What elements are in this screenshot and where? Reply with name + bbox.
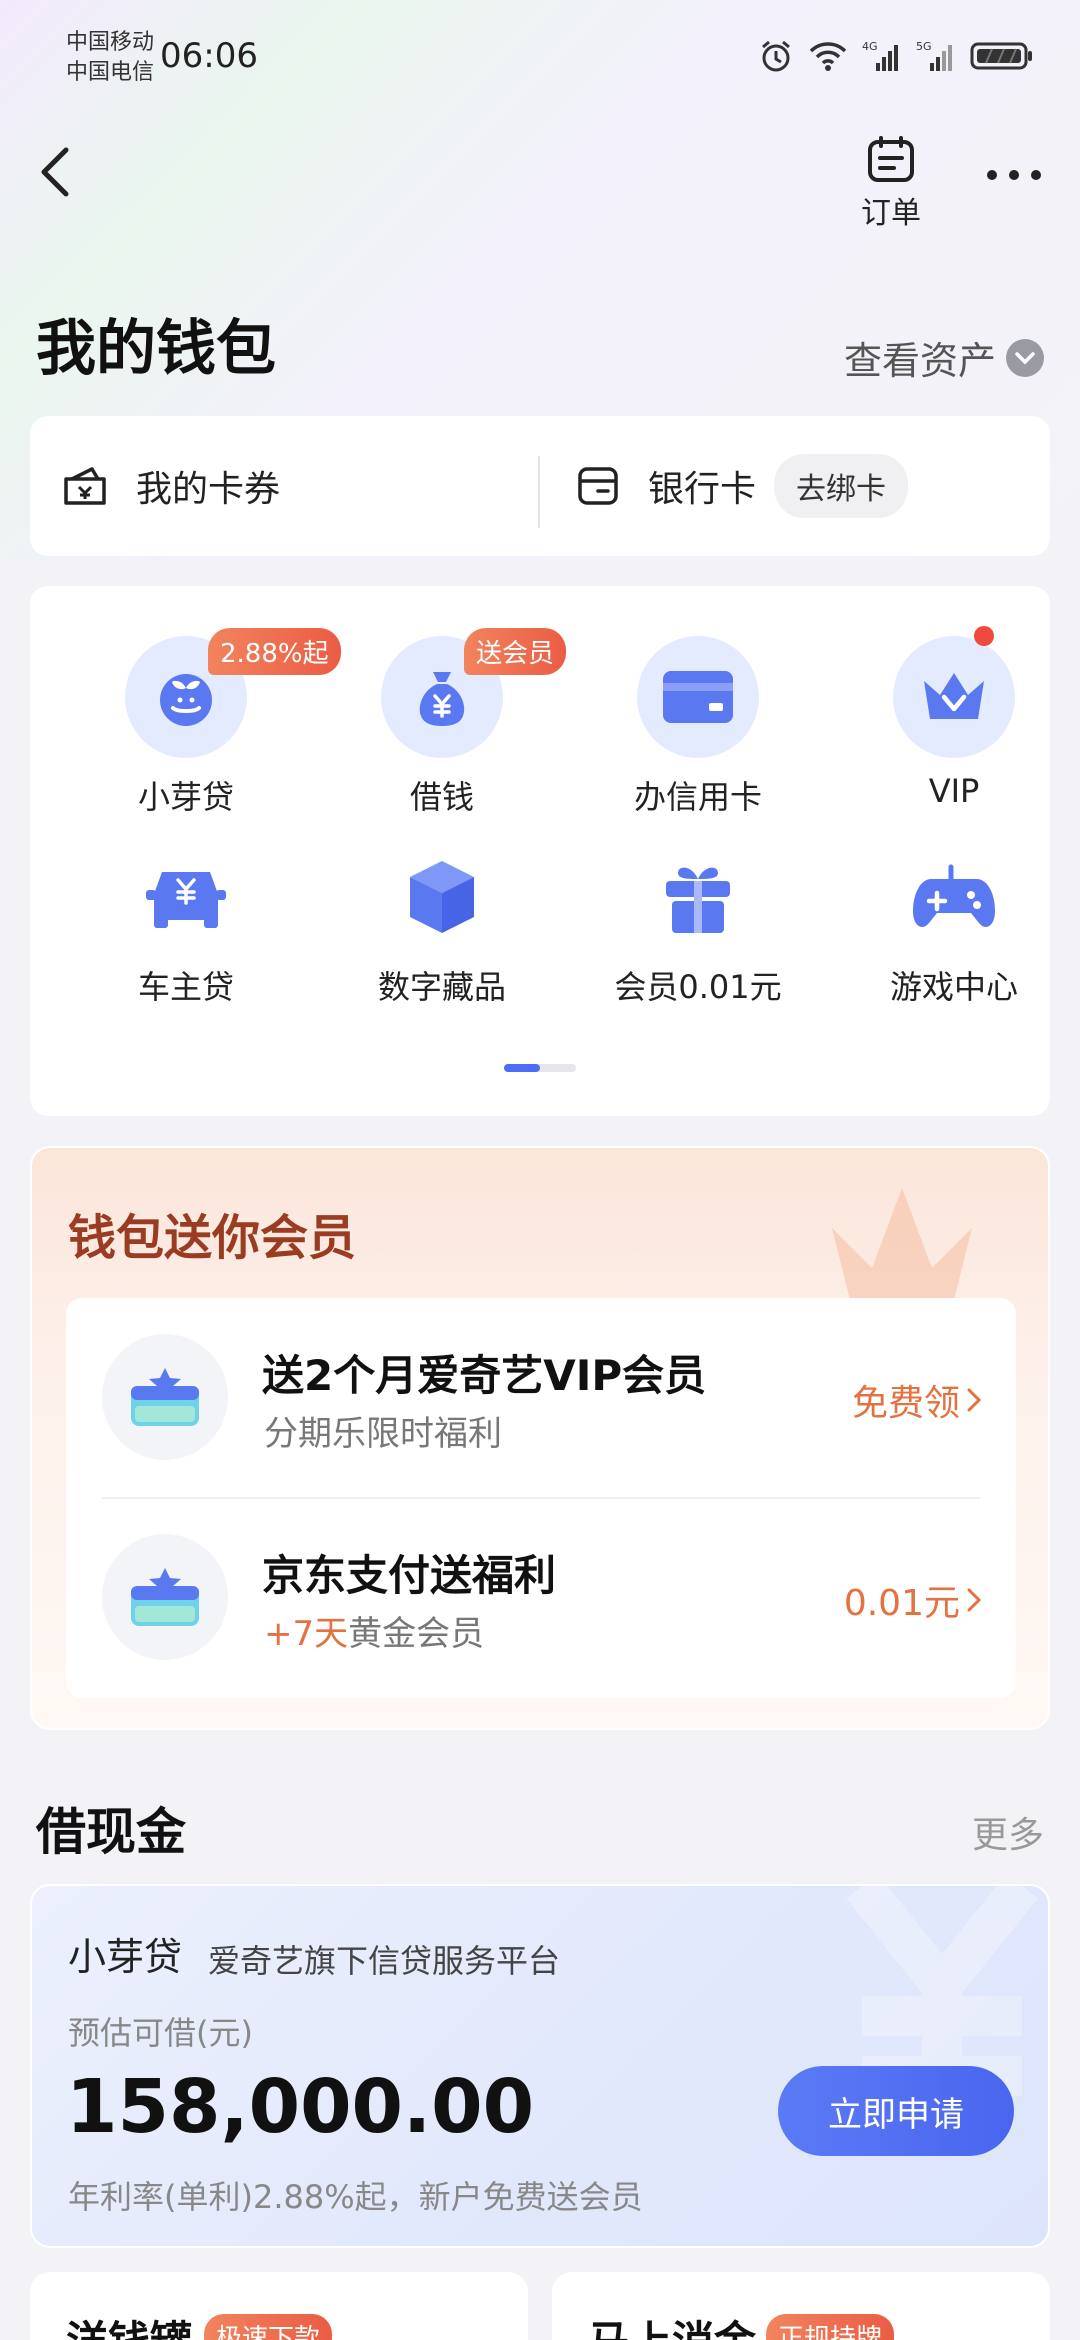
signal-5g-icon: 5G	[916, 39, 956, 77]
service-label: 数字藏品	[377, 968, 506, 1006]
cube-icon	[381, 836, 503, 958]
service-label: VIP	[928, 772, 980, 810]
more-link[interactable]: 更多	[972, 1806, 1044, 1858]
wallet-quick-row: 我的卡券 银行卡 去绑卡	[30, 416, 1050, 556]
bank-card-icon	[578, 467, 618, 505]
status-icons: 4G 5G	[758, 38, 1034, 78]
bank-card-label: 银行卡	[648, 469, 757, 510]
carrier-info: 中国移动 中国电信	[66, 28, 154, 88]
my-coupons-label: 我的卡券	[136, 469, 281, 510]
loan-card-xiaoyadai[interactable]: 小芽贷 爱奇艺旗下信贷服务平台 预估可借(元) 158,000.00 年利率(单…	[30, 1884, 1050, 2248]
service-label: 车主贷	[137, 968, 234, 1006]
service-car-loan[interactable]: 车主贷	[76, 836, 296, 1008]
more-dots-icon	[987, 170, 1041, 180]
promo-item-subtitle: 分期乐限时福利	[264, 1406, 502, 1455]
back-button[interactable]	[36, 144, 76, 200]
service-member-deal[interactable]: 会员0.01元	[588, 836, 808, 1008]
promo-item-subtitle-text: 黄金会员	[348, 1614, 485, 1654]
service-borrow[interactable]: 送会员 借钱	[332, 628, 567, 818]
loan-card-yangqianguan[interactable]: 洋钱罐 极速下款	[30, 2272, 528, 2340]
wifi-icon	[808, 39, 848, 77]
chevron-right-icon	[967, 1388, 982, 1412]
promo-item-subtitle-text: 分期乐限时福利	[264, 1414, 502, 1454]
promo-item-action: 免费领	[851, 1383, 960, 1424]
service-label: 办信用卡	[633, 778, 762, 816]
service-credit-card[interactable]: 办信用卡	[588, 636, 808, 818]
service-label: 会员0.01元	[614, 968, 782, 1006]
chevron-right-icon	[967, 1588, 982, 1612]
service-label: 游戏中心	[889, 968, 1018, 1006]
service-digital-collectibles[interactable]: 数字藏品	[332, 836, 552, 1008]
promo-item-iqiyi[interactable]: 送2个月爱奇艺VIP会员 分期乐限时福利 免费领	[66, 1298, 1016, 1499]
service-game-center[interactable]: 游戏中心	[844, 836, 1064, 1008]
crown-decoration-icon	[812, 1188, 992, 1311]
promo-item-title: 送2个月爱奇艺VIP会员	[262, 1351, 707, 1400]
wallet-member-promo: 钱包送你会员 送2个月爱奇艺VIP会员 分期乐限时福利 免费领 京东支付送福利 …	[30, 1146, 1050, 1730]
alarm-icon	[758, 38, 794, 78]
car-icon	[125, 836, 247, 958]
service-xiaoyadai[interactable]: 2.88%起 小芽贷	[76, 628, 341, 818]
svg-text:5G: 5G	[916, 40, 932, 53]
loan-card-mashang[interactable]: 马上消金 正规持牌	[552, 2272, 1050, 2340]
service-badge: 2.88%起	[208, 628, 341, 675]
order-button[interactable]: 订单	[856, 136, 926, 232]
page-title: 我的钱包	[36, 314, 276, 384]
gift-icon	[637, 836, 759, 958]
chevron-left-icon	[41, 147, 69, 197]
gift-box-icon	[102, 1534, 228, 1660]
status-bar: 中国移动 中国电信 06:06 4G 5G	[0, 0, 1080, 110]
vip-notification-dot	[974, 626, 994, 646]
loan-estimate-label: 预估可借(元)	[68, 2014, 253, 2052]
loan-rate-text: 年利率(单利)2.88%起，新户免费送会员	[68, 2178, 643, 2216]
loan-product-desc: 爱奇艺旗下信贷服务平台	[208, 1942, 561, 1980]
chevron-down-icon	[1006, 338, 1044, 377]
gift-box-icon	[102, 1334, 228, 1460]
crown-icon	[893, 636, 1015, 758]
service-label: 借钱	[409, 778, 474, 816]
apply-now-button[interactable]: 立即申请	[778, 2066, 1014, 2156]
promo-item-subtitle-accent: +7天	[264, 1614, 349, 1654]
carrier-1: 中国移动	[66, 30, 155, 55]
mini-card-tag: 极速下款	[204, 2314, 333, 2340]
more-button[interactable]	[984, 160, 1044, 190]
my-coupons-button[interactable]: 我的卡券	[62, 416, 280, 556]
mini-card-title: 洋钱罐	[66, 2308, 192, 2340]
promo-title: 钱包送你会员	[68, 1210, 357, 1266]
loan-amount: 158,000.00	[66, 2064, 535, 2150]
penny-deal-button[interactable]: 0.01元	[844, 1574, 982, 1626]
services-grid: 2.88%起 小芽贷 送会员 借钱 办信用卡 VIP 车主贷 数字藏品 会员0.…	[30, 586, 1050, 1116]
service-vip[interactable]: VIP	[844, 636, 1064, 810]
carrier-2: 中国电信	[66, 60, 155, 85]
page-indicator	[504, 1064, 576, 1072]
promo-item-title: 京东支付送福利	[262, 1551, 557, 1600]
promo-item-jd-pay[interactable]: 京东支付送福利 +7天黄金会员 0.01元	[66, 1498, 1016, 1698]
promo-item-action: 0.01元	[843, 1583, 960, 1624]
free-claim-button[interactable]: 免费领	[852, 1374, 982, 1426]
view-assets-button[interactable]: 查看资产	[844, 330, 1044, 385]
bank-card-button[interactable]: 银行卡 去绑卡	[576, 416, 909, 556]
mini-card-title: 马上消金	[588, 2308, 756, 2340]
calendar-order-icon	[868, 136, 914, 182]
signal-4g-icon: 4G	[862, 39, 902, 77]
coupon-wallet-icon	[64, 467, 106, 505]
credit-card-icon	[637, 636, 759, 758]
service-label: 小芽贷	[137, 778, 234, 816]
quick-row-divider	[538, 456, 540, 528]
loan-product-name: 小芽贷	[68, 1935, 183, 1979]
view-assets-label: 查看资产	[843, 339, 996, 383]
gamepad-icon	[893, 836, 1015, 958]
bind-card-button[interactable]: 去绑卡	[774, 454, 909, 518]
battery-icon	[970, 39, 1034, 77]
status-time: 06:06	[160, 36, 258, 76]
promo-list: 送2个月爱奇艺VIP会员 分期乐限时福利 免费领 京东支付送福利 +7天黄金会员…	[66, 1298, 1016, 1698]
promo-item-subtitle: +7天黄金会员	[264, 1606, 484, 1655]
mini-card-tag: 正规持牌	[766, 2314, 895, 2340]
section-title-borrow-cash: 借现金	[36, 1803, 186, 1861]
service-badge: 送会员	[464, 628, 567, 675]
svg-text:4G: 4G	[862, 40, 878, 53]
page-indicator-active	[504, 1064, 540, 1072]
order-label: 订单	[861, 196, 921, 231]
